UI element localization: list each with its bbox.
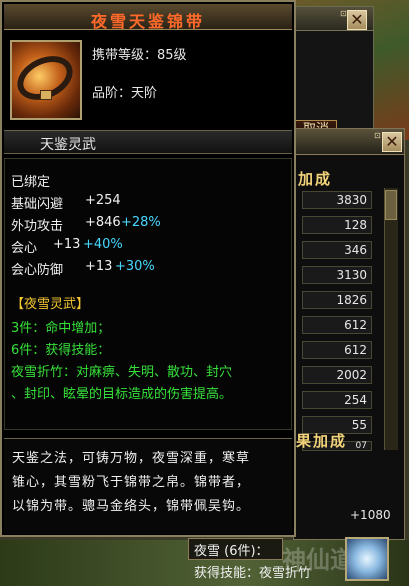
stat-bonus: +28% <box>121 215 161 230</box>
set-bonus-value: +1080 <box>350 508 391 522</box>
stat-name: 会心 <box>11 241 38 256</box>
carry-level: 携带等级：85级 <box>92 48 187 63</box>
attribute-value: 612 <box>302 316 372 334</box>
attribute-title: 加成 <box>298 170 333 188</box>
description-line: 以锦为带。骢马金络头，锦带佩吴钩。 <box>12 499 251 514</box>
stat-base: +846 <box>85 215 121 230</box>
description-line: 天鉴之法，可铸万物，夜雪深重，寒草 <box>12 451 251 466</box>
bound-status: 已绑定 <box>11 175 51 190</box>
attribute-value: 128 <box>302 216 372 234</box>
attribute-value: 346 <box>302 241 372 259</box>
watermark: 神仙道 <box>282 546 354 574</box>
attribute-value: 254 <box>302 391 372 409</box>
stat-base: +13 <box>53 237 81 252</box>
set-skill-line: 、封印、眩晕的目标造成的伤害提高。 <box>11 387 233 402</box>
set-piece-6: 6件：获得技能： <box>11 343 111 358</box>
scrollbar-thumb[interactable] <box>385 190 397 220</box>
item-tooltip: 夜雪天鉴锦带 携带等级：85级 品阶：天阶 天鉴灵武 已绑定 基础闪避 +254… <box>0 0 296 537</box>
close-icon[interactable]: ✕ <box>347 10 367 30</box>
attribute-value: 3130 <box>302 266 372 284</box>
attribute-value: 1826 <box>302 291 372 309</box>
pin-icon[interactable]: ⊡ <box>374 132 382 140</box>
description-line: 锥心，其雪粉飞于锦带之帛。锦带者， <box>12 475 251 490</box>
tooltip-header: 夜雪天鉴锦带 <box>4 4 292 31</box>
attribute-value: 612 <box>302 341 372 359</box>
item-title: 夜雪天鉴锦带 <box>90 12 205 31</box>
attribute-value: 2002 <box>302 366 372 384</box>
close-icon[interactable]: ✕ <box>382 132 402 152</box>
set-skill-line: 夜雪折竹：对麻痹、失明、散功、封穴 <box>11 365 233 380</box>
stat-name: 外功攻击 <box>11 219 64 234</box>
set-piece-3: 3件：命中增加； <box>11 321 111 336</box>
set-title: 【夜雪灵武】 <box>11 297 90 312</box>
stat-bonus: +40% <box>83 237 123 252</box>
stat-name: 基础闪避 <box>11 197 64 212</box>
stats-panel: 已绑定 基础闪避 +254 外功攻击 +846 +28% 会心 +13 +40%… <box>4 158 292 430</box>
snowflake-skill-icon[interactable] <box>345 537 389 581</box>
stat-base: +13 <box>85 259 113 274</box>
attribute-scrollbar[interactable] <box>384 188 398 450</box>
set-name: 夜雪 (6件)： <box>194 544 269 559</box>
item-name: 天鉴灵武 <box>40 137 96 153</box>
set-bonus-title: 果加成 <box>296 432 348 450</box>
pin-icon[interactable]: ⊡ <box>340 10 348 18</box>
description-box: 天鉴之法，可铸万物，夜雪深重，寒草 锥心，其雪粉飞于锦带之帛。锦带者， 以锦为带… <box>4 438 292 534</box>
attribute-value: 3830 <box>302 191 372 209</box>
stat-bonus: +30% <box>115 259 155 274</box>
stat-name: 会心防御 <box>11 263 64 278</box>
item-name-tab: 天鉴灵武 <box>4 130 292 154</box>
belt-buckle <box>40 90 52 100</box>
stat-base: +254 <box>85 193 121 208</box>
item-rank: 品阶：天阶 <box>92 86 158 101</box>
